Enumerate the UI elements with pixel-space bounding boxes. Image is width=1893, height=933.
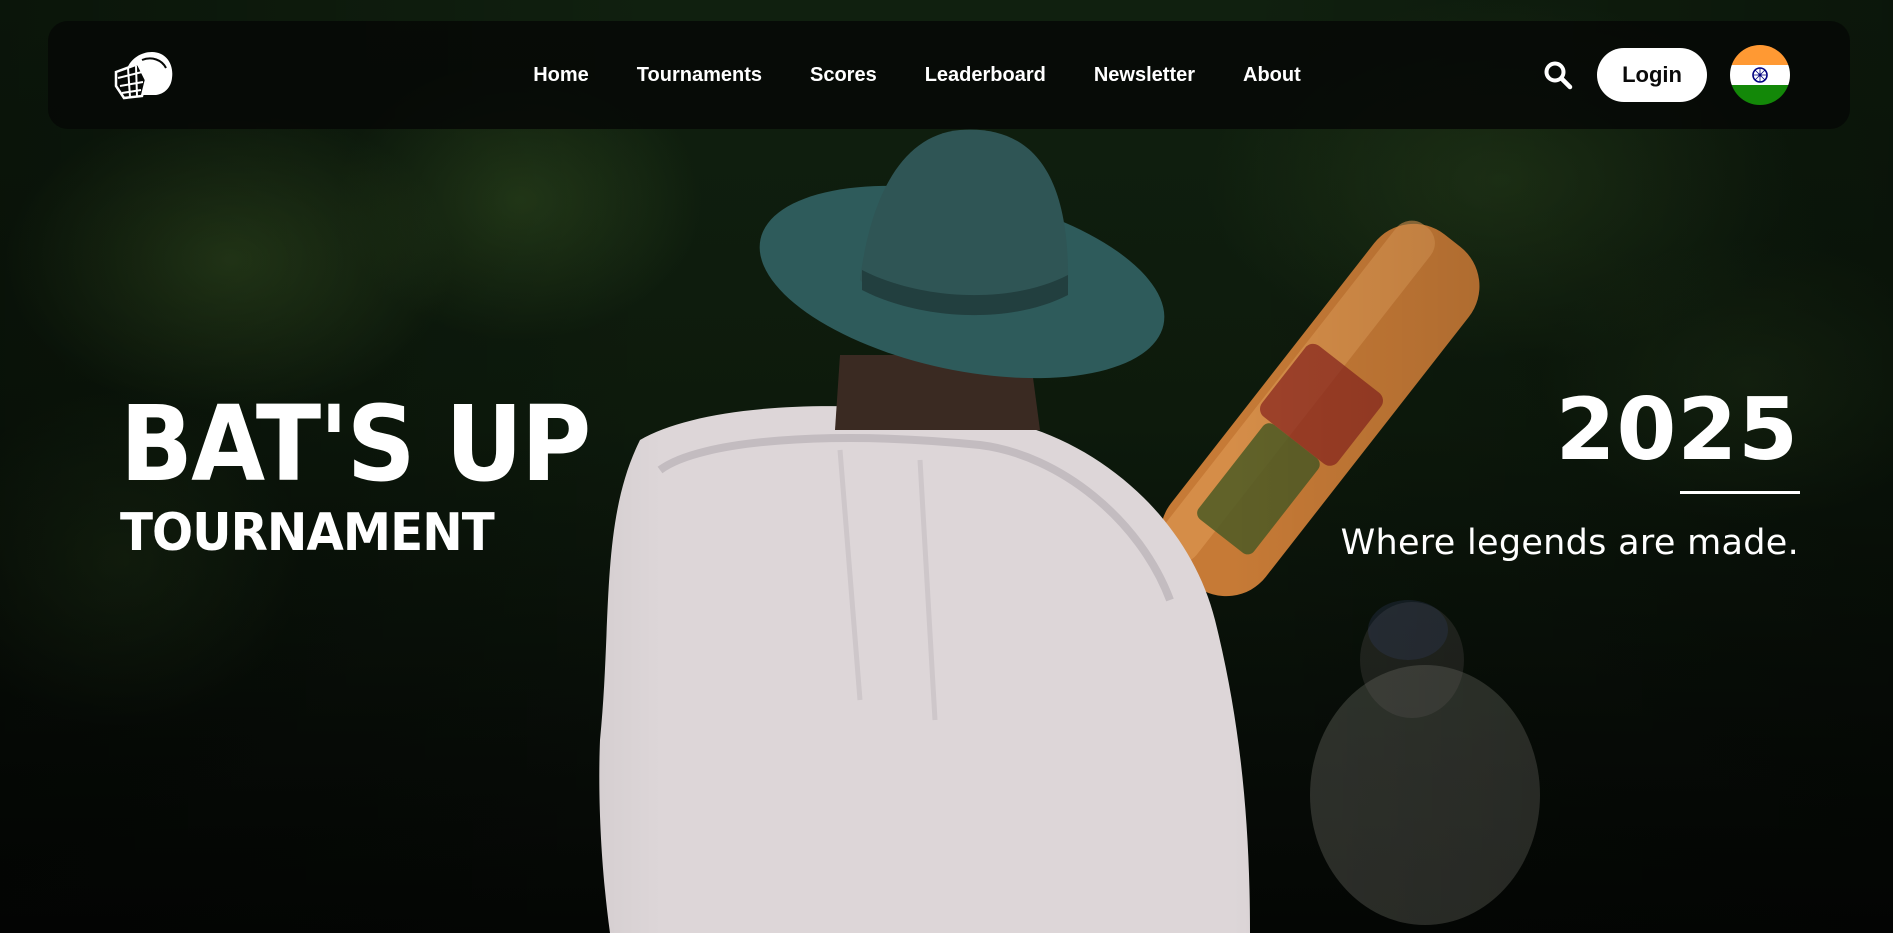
year-divider <box>1680 491 1800 494</box>
hero-subtitle: TOURNAMENT <box>120 503 495 563</box>
nav-item-about[interactable]: About <box>1243 64 1301 87</box>
tournament-year: 2025 <box>1555 380 1799 480</box>
nav-item-home[interactable]: Home <box>533 64 589 87</box>
search-icon[interactable] <box>1543 60 1573 90</box>
hero-title: BAT'S UP <box>120 383 591 505</box>
language-selector[interactable] <box>1730 45 1790 105</box>
nav-item-newsletter[interactable]: Newsletter <box>1094 64 1195 87</box>
nav-item-scores[interactable]: Scores <box>810 64 877 87</box>
top-navbar: Home Tournaments Scores Leaderboard News… <box>48 21 1850 129</box>
cricket-helmet-icon[interactable] <box>112 48 176 102</box>
nav-item-leaderboard[interactable]: Leaderboard <box>925 64 1046 87</box>
nav-item-tournaments[interactable]: Tournaments <box>637 64 762 87</box>
login-button[interactable]: Login <box>1597 48 1707 102</box>
india-flag-icon <box>1730 45 1790 105</box>
nav-links: Home Tournaments Scores Leaderboard News… <box>48 21 1850 129</box>
hero-tagline: Where legends are made. <box>1340 523 1799 563</box>
